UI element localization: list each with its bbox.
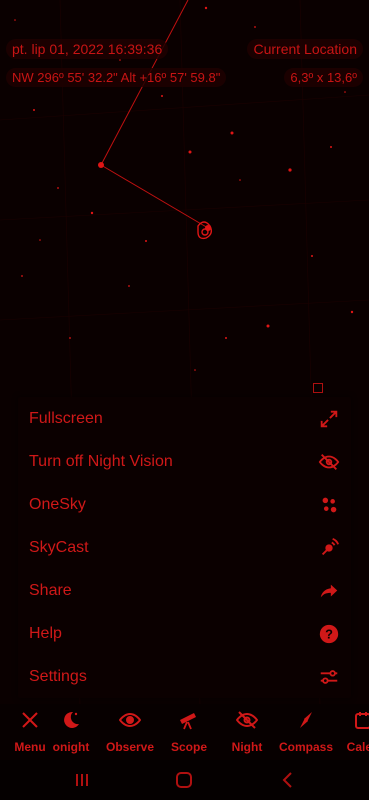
tab-calendar[interactable]: Calen [333,704,369,760]
telescope-icon [180,713,196,730]
constellation-lines [100,0,209,229]
menu-item-skycast[interactable]: SkyCast [18,526,351,569]
fullscreen-icon [320,410,338,427]
tab-label: Compass [278,740,334,754]
tab-label: Scope [170,740,207,754]
menu-item-label: Share [29,581,72,599]
moon-icon [64,711,79,728]
tab-label: Night [231,740,263,754]
options-menu: Fullscreen Turn off Night Vision OneSky … [18,397,351,698]
bottom-toolbar: Menu onight Observe Scope Night Compass … [0,704,369,760]
location-label[interactable]: Current Location [247,39,363,59]
menu-item-label: Fullscreen [29,409,103,427]
menu-item-label: SkyCast [29,538,89,556]
eye-off-icon [318,453,340,470]
tab-label: Calen [346,740,369,754]
field-of-view-label: 6,3º x 13,6º [284,67,363,87]
onesky-icon [322,497,337,512]
menu-item-fullscreen[interactable]: Fullscreen [18,397,351,440]
help-icon: ? [319,624,339,643]
tab-label: Observe [105,740,155,754]
recent-apps-icon[interactable] [72,770,92,790]
settings-icon [320,669,338,684]
compass-icon [300,712,312,728]
eye-icon [119,712,141,728]
menu-item-label: Help [29,624,62,642]
tab-scope[interactable]: Scope [159,704,219,760]
eye-off-icon [236,711,258,729]
menu-item-share[interactable]: Share [18,569,351,612]
svg-text:?: ? [325,626,333,641]
tab-tonight[interactable]: onight [41,704,101,760]
calendar-icon [355,712,369,729]
menu-item-settings[interactable]: Settings [18,655,351,698]
menu-item-label: OneSky [29,495,86,513]
system-navigation-bar [0,760,369,800]
selection-box-icon[interactable] [313,383,323,393]
close-icon [22,712,38,728]
menu-item-onesky[interactable]: OneSky [18,483,351,526]
menu-item-label: Turn off Night Vision [29,452,173,470]
share-icon [320,584,338,597]
tab-label: onight [52,740,90,754]
tab-compass[interactable]: Compass [276,704,336,760]
tab-night[interactable]: Night [217,704,277,760]
menu-item-help[interactable]: Help ? [18,612,351,655]
home-icon[interactable] [174,770,194,790]
tab-observe[interactable]: Observe [100,704,160,760]
skycast-icon [321,537,340,555]
menu-item-night-vision[interactable]: Turn off Night Vision [18,440,351,483]
back-icon[interactable] [278,770,298,790]
datetime-label[interactable]: pt. lip 01, 2022 16:39:36 [6,39,169,59]
coordinates-label: NW 296º 55' 32.2" Alt +16º 57' 59.8" [6,67,227,87]
menu-item-label: Settings [29,667,87,685]
